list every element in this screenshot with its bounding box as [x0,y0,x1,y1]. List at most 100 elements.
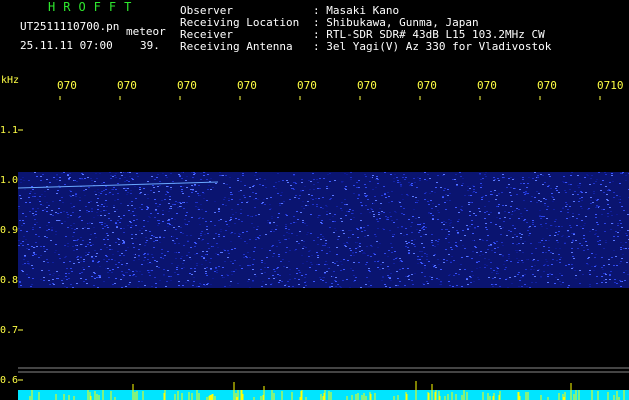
noise-speck [185,282,187,283]
noise-speck [573,234,575,235]
noise-speck [244,241,246,242]
spectrogram-plot[interactable] [18,96,629,400]
noise-speck [175,258,177,259]
noise-speck [218,220,220,221]
noise-speck [103,206,105,207]
noise-speck [397,285,399,286]
noise-speck [340,208,342,209]
noise-speck [403,208,405,209]
noise-speck [421,251,423,252]
noise-speck [605,242,607,243]
noise-speck [423,234,425,235]
noise-speck [186,176,188,177]
noise-speck [229,187,231,188]
noise-speck [448,281,450,282]
noise-speck [53,177,55,178]
noise-speck [538,242,540,243]
noise-speck [227,250,229,251]
noise-speck [455,174,457,175]
noise-speck [51,227,53,228]
noise-speck [456,185,458,186]
noise-speck [305,247,307,248]
noise-speck [320,239,322,240]
noise-speck [190,189,192,190]
noise-speck [615,231,617,232]
noise-speck [123,243,125,244]
noise-speck [407,276,409,277]
noise-speck [107,268,109,269]
noise-speck [183,245,185,246]
noise-speck [448,234,450,235]
noise-speck [418,217,420,218]
noise-speck [110,178,112,179]
noise-speck [445,229,447,230]
noise-speck [234,223,236,224]
noise-speck [388,269,390,270]
noise-speck [350,172,352,173]
noise-speck [304,282,306,283]
noise-speck [538,269,540,270]
noise-speck [341,202,343,203]
noise-speck [317,255,319,256]
noise-speck [83,261,85,262]
noise-speck [178,174,180,175]
noise-speck [334,180,336,181]
noise-speck [85,189,87,190]
noise-speck [210,269,212,270]
noise-speck [64,286,66,287]
noise-speck [20,182,22,183]
noise-speck [425,192,427,193]
noise-speck [357,237,359,238]
noise-speck [286,232,288,233]
noise-speck [399,269,401,270]
noise-speck [290,223,292,224]
noise-speck [300,212,302,213]
noise-speck [119,178,121,179]
noise-speck [559,281,561,282]
noise-speck [417,224,419,225]
noise-speck [112,194,114,195]
noise-speck [79,216,81,217]
noise-speck [166,191,168,192]
noise-speck [382,262,384,263]
noise-speck [373,253,375,254]
noise-speck [48,222,50,223]
noise-speck [107,235,109,236]
noise-speck [112,232,114,233]
noise-speck [177,207,179,208]
noise-speck [106,261,108,262]
noise-speck [299,272,301,273]
noise-speck [141,274,143,275]
noise-speck [468,204,470,205]
noise-speck [604,223,606,224]
noise-speck [207,189,209,190]
noise-speck [296,241,298,242]
noise-speck [300,191,302,192]
noise-speck [141,228,143,229]
noise-speck [313,179,315,180]
noise-speck [139,189,141,190]
noise-speck [243,195,245,196]
noise-speck [151,254,153,255]
noise-speck [360,202,362,203]
noise-speck [117,193,119,194]
noise-speck [231,232,233,233]
noise-speck [77,256,79,257]
noise-speck [343,243,345,244]
noise-speck [27,244,29,245]
noise-speck [523,220,525,221]
noise-speck [561,236,563,237]
noise-speck [289,250,291,251]
noise-speck [379,269,381,270]
noise-speck [74,229,76,230]
noise-speck [218,208,220,209]
noise-speck [356,182,358,183]
noise-speck [92,260,94,261]
noise-speck [579,185,581,186]
noise-speck [500,228,502,229]
noise-speck [407,247,409,248]
noise-speck [426,259,428,260]
noise-speck [349,237,351,238]
noise-speck [191,185,193,186]
noise-speck [218,211,220,212]
